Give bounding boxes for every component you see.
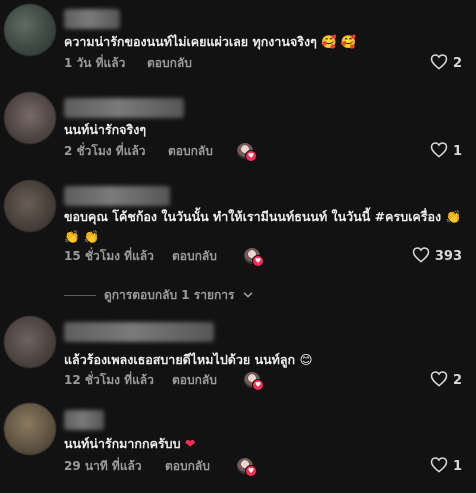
smiling-face-hearts-emoji: 🥰 🥰 [321,34,357,49]
view-replies-label: ดูการตอบกลับ 1 รายการ [104,287,235,302]
reply-button[interactable]: ตอบกลับ [165,457,210,475]
heart-badge-icon: ♥ [252,379,264,391]
timestamp: 15 ชั่วโมง ที่แล้ว [64,249,154,263]
comment-text: ขอบคุณ โค้ชก้อง ในวันนั้น ทำให้เรามีนนท์… [64,207,461,247]
divider [64,294,96,296]
creator-liked-badge: ♥ [237,458,257,477]
comment-text: ความน่ารักของนนท์ไม่เคยแผ่วเลย ทุกงานจริ… [64,32,446,52]
timestamp: 12 ชั่วโมง ที่แล้ว [64,373,154,387]
avatar[interactable] [4,4,56,56]
view-replies-button[interactable]: ดูการตอบกลับ 1 รายการ [64,286,254,304]
avatar[interactable] [4,92,56,144]
comment-body: นนท์น่ารักมากกครับบ [64,436,181,451]
like-button[interactable]: 2 [430,53,462,74]
like-count: 2 [452,55,462,71]
like-button[interactable]: 393 [412,246,462,267]
heart-outline-icon [430,456,448,477]
reply-button[interactable]: ตอบกลับ [172,371,217,389]
reply-button[interactable]: ตอบกลับ [172,247,217,265]
comment-text: นนท์น่ารักมากกครับบ ❤ [64,434,446,454]
heart-outline-icon [430,141,448,162]
heart-badge-icon: ♥ [252,255,264,267]
comment-body: ความน่ารักของนนท์ไม่เคยแผ่วเลย ทุกงานจริ… [64,34,317,49]
heart-badge-icon: ♥ [245,150,257,162]
timestamp: 1 วัน ที่แล้ว [64,56,126,70]
comment-body: ขอบคุณ โค้ชก้อง ในวันนั้น ทำให้เรามีนนท์… [64,209,442,224]
creator-liked-badge: ♥ [237,143,257,162]
like-count: 1 [452,143,462,159]
username-redacted[interactable] [64,186,170,206]
avatar[interactable] [4,180,56,232]
smiling-face-emoji: 😊 [299,352,313,367]
like-count: 2 [452,372,462,388]
username-redacted[interactable] [64,98,184,118]
creator-liked-badge: ♥ [244,248,264,267]
heart-outline-icon [430,370,448,391]
username-redacted[interactable] [64,9,120,29]
chevron-down-icon [242,286,254,305]
reply-button[interactable]: ตอบกลับ [147,54,192,72]
like-count: 393 [434,248,462,264]
heart-badge-icon: ♥ [245,465,257,477]
comment-body: แล้วร้องเพลงเธอสบายดีไหมไปด้วย นนท์ลูก [64,352,296,367]
reply-button[interactable]: ตอบกลับ [168,142,213,160]
username-redacted[interactable] [64,410,104,430]
comment-text: นนท์น่ารักจริงๆ [64,120,446,140]
clapping-hands-emoji: 👏 👏 [64,229,100,244]
avatar[interactable] [4,316,56,368]
like-button[interactable]: 1 [430,141,462,162]
timestamp: 2 ชั่วโมง ที่แล้ว [64,144,146,158]
like-count: 1 [452,458,462,474]
comment-text: แล้วร้องเพลงเธอสบายดีไหมไปด้วย นนท์ลูก 😊 [64,350,446,370]
username-redacted[interactable] [64,322,214,342]
heart-outline-icon [430,53,448,74]
heart-outline-icon [412,246,430,267]
like-button[interactable]: 2 [430,370,462,391]
like-button[interactable]: 1 [430,456,462,477]
creator-liked-badge: ♥ [244,372,264,391]
timestamp: 29 นาที ที่แล้ว [64,459,142,473]
avatar[interactable] [4,403,56,455]
comment-body: นนท์น่ารักจริงๆ [64,122,147,137]
clapping-hands-emoji: 👏 [445,209,462,224]
red-heart-emoji: ❤ [184,436,196,451]
